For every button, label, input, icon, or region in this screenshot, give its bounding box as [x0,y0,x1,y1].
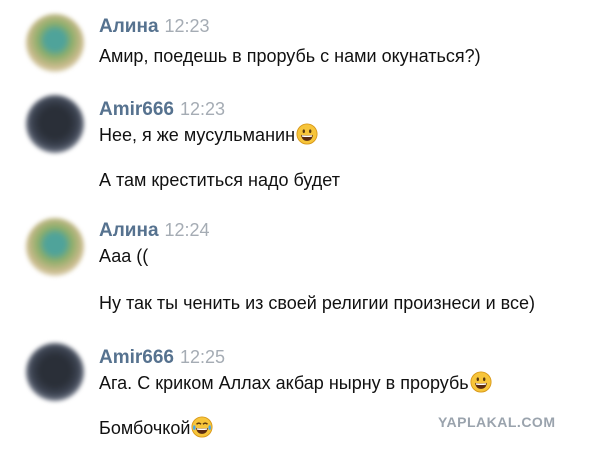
author-label[interactable]: Алина [99,16,159,37]
message-text-span: Нее, я же мусульманин [99,125,296,145]
avatar[interactable] [26,95,84,153]
avatar[interactable] [26,14,84,72]
message-text: А там креститься надо будет [99,170,340,190]
message-text: Амир, поедешь в прорубь с нами окунаться… [99,46,481,66]
author-name[interactable]: Алина 12:23 [99,16,210,38]
message-text: Ага. С криком Аллах акбар нырну в проруб… [99,371,492,394]
grinning-emoji-icon [470,371,492,393]
avatar[interactable] [26,343,84,401]
timestamp: 12:24 [164,220,210,240]
author-name[interactable]: Amir666 12:23 [99,99,225,121]
message-text: Бомбочкой [99,416,213,439]
tears-of-joy-emoji-icon [191,416,213,438]
timestamp: 12:23 [164,16,210,36]
avatar[interactable] [26,218,84,276]
message-text: Нее, я же мусульманин [99,123,318,146]
watermark: YAPLAKAL.COM [438,414,556,430]
message-text-span: Ага. С криком Аллах акбар нырну в проруб… [99,373,469,393]
author-label[interactable]: Amir666 [99,347,174,368]
author-name[interactable]: Amir666 12:25 [99,347,225,369]
timestamp: 12:25 [180,347,226,367]
message-text: Ну так ты ченить из своей религии произн… [99,293,536,313]
grinning-emoji-icon [296,123,318,145]
message-text: Ааа (( [99,246,149,266]
author-label[interactable]: Amir666 [99,99,174,120]
author-name[interactable]: Алина 12:24 [99,220,210,242]
timestamp: 12:23 [180,99,226,119]
message-text-span: Бомбочкой [99,418,191,438]
author-label[interactable]: Алина [99,220,159,241]
